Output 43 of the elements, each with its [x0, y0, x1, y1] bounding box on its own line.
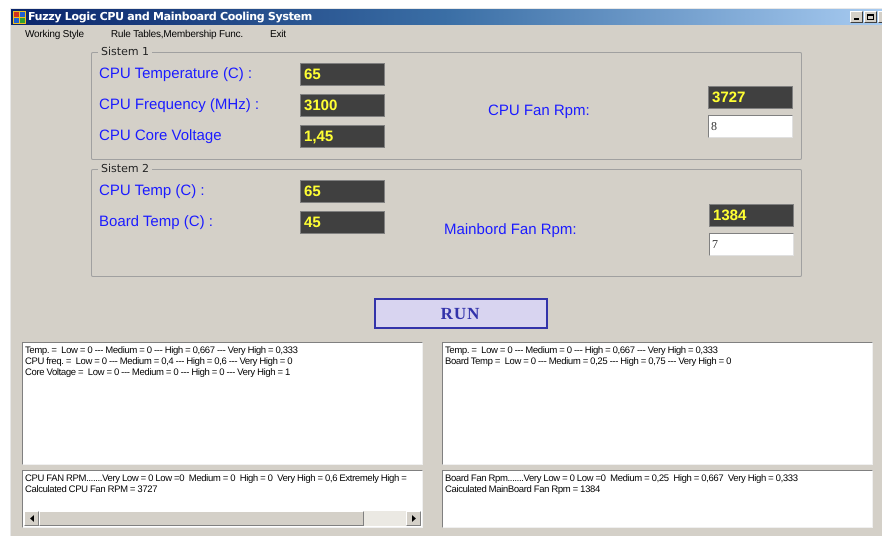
- text-line: Core Voltage = Low = 0 --- Medium = 0 --- High = 0 --- Very High = 1: [25, 367, 291, 378]
- field-label: CPU Temp (C) :: [99, 181, 206, 202]
- maximize-button[interactable]: [864, 11, 877, 23]
- field-label: Board Temp (C) :: [99, 212, 214, 232]
- input-field[interactable]: 8: [708, 114, 793, 138]
- output-label: Mainbord Fan Rpm:: [444, 220, 578, 240]
- text-line: Temp. = Low = 0 --- Medium = 0 --- High = 0,667 --- Very High = 0,333: [25, 345, 299, 356]
- value-display: 3727: [708, 86, 793, 108]
- output-label: CPU Fan Rpm:: [488, 101, 591, 122]
- text-line: CPU freq. = Low = 0 --- Medium = 0,4 --- High = 0,6 --- Very High = 0: [25, 356, 294, 367]
- menu-item[interactable]: Rule Tables,Membership Func.: [104, 27, 249, 42]
- text-area[interactable]: Temp. = Low = 0 --- Medium = 0 --- High = 0,667 --- Very High = 0,333 Board Temp = Low = 0 --- Medium = 0,25 --- High = 0,75 --- Very High = 0: [442, 342, 873, 465]
- field-label: CPU Frequency (MHz) :: [99, 95, 260, 116]
- run-button[interactable]: RUN: [374, 298, 548, 329]
- value-display: 1384: [709, 204, 794, 227]
- value-display: 3100: [300, 94, 385, 117]
- value-display: 65: [300, 63, 385, 86]
- scroll-right-button[interactable]: [406, 511, 421, 526]
- field-label: CPU Core Voltage: [99, 126, 223, 146]
- field-label: CPU Temperature (C) :: [99, 64, 254, 84]
- text-line: Board Fan Rpm.......Very Low = 0 Low =0 Medium = 0,25 High = 0,667 Very High = 0,333: [445, 473, 799, 484]
- menu-item[interactable]: Working Style: [19, 27, 90, 42]
- scroll-left-button[interactable]: [24, 511, 39, 526]
- text-line: Board Temp = Low = 0 --- Medium = 0,25 --- High = 0,75 --- Very High = 0: [445, 356, 732, 367]
- text-area[interactable]: [22, 342, 423, 465]
- right-arrow-icon: [412, 515, 416, 522]
- scrollbar-thumb[interactable]: [39, 511, 364, 526]
- window-title: Fuzzy Logic CPU and Mainboard Cooling System: [28, 8, 312, 25]
- app-icon: [13, 10, 26, 24]
- input-field[interactable]: 7: [709, 233, 794, 256]
- value-display: 1,45: [300, 125, 385, 148]
- text-line: Calculated CPU Fan RPM = 3727: [25, 484, 158, 495]
- text-line: CPU FAN RPM.......Very Low = 0 Low =0 Medium = 0 High = 0 Very High = 0,6 Extremely High =: [25, 473, 408, 484]
- value-display: 45: [300, 211, 385, 234]
- text-area[interactable]: CPU FAN RPM.......Very Low = 0 Low =0 Medium = 0 High = 0 Very High = 0,6 Extremely High = Calculated CPU Fan RPM = 3727: [22, 470, 423, 528]
- value-display: 65: [300, 180, 385, 203]
- menu-item[interactable]: Exit: [264, 27, 292, 42]
- text-line: Temp. = Low = 0 --- Medium = 0 --- High = 0,667 --- Very High = 0,333: [445, 345, 719, 356]
- minimize-button[interactable]: [850, 11, 863, 23]
- left-arrow-icon: [30, 515, 34, 522]
- text-line: Caiculated MainBoard Fan Rpm = 1384: [445, 484, 601, 495]
- text-area[interactable]: Board Fan Rpm.......Very Low = 0 Low =0 Medium = 0,25 High = 0,667 Very High = 0,333 Caiculated MainBoard Fan Rpm = 1384: [442, 470, 873, 528]
- horizontal-scrollbar[interactable]: [24, 511, 421, 526]
